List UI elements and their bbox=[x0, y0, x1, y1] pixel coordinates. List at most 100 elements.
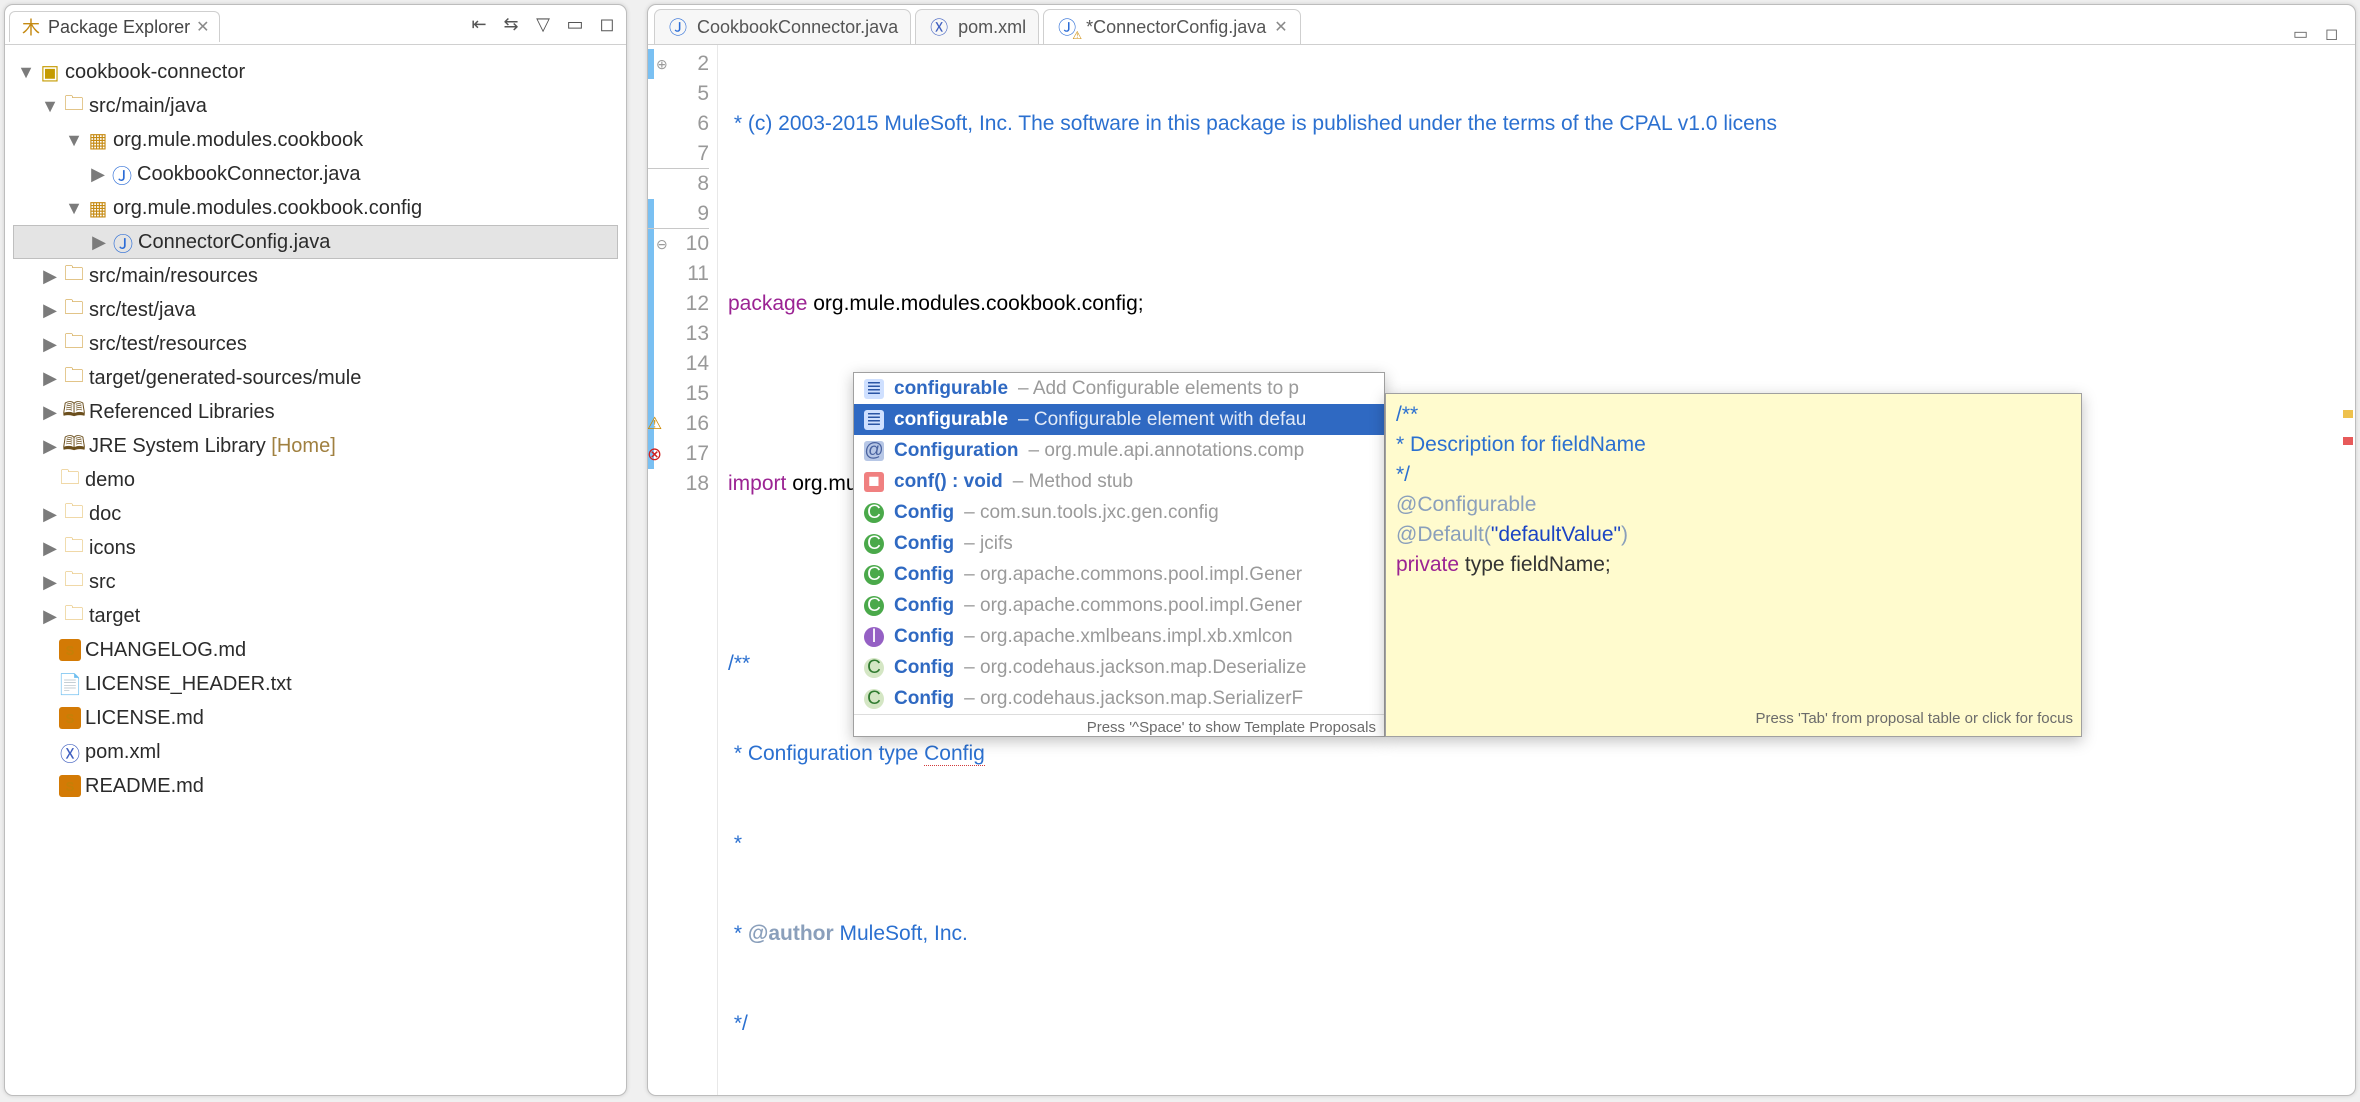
tree-java-connectorconfig[interactable]: ▶ Ⓙ ConnectorConfig.java bbox=[13, 225, 618, 259]
doc-text: @Default( bbox=[1396, 523, 1491, 546]
disclosure-icon[interactable]: ▶ bbox=[89, 164, 107, 185]
collapse-all-icon[interactable]: ⇤ bbox=[468, 14, 490, 36]
source-folder-icon: 🗀 bbox=[63, 333, 85, 355]
disclosure-icon[interactable]: ▼ bbox=[65, 198, 83, 219]
content-assist-item[interactable]: CConfig – org.codehaus.jackson.map.Seria… bbox=[854, 683, 1384, 714]
disclosure-icon[interactable]: ▶ bbox=[41, 402, 59, 423]
tree-readme[interactable]: S README.md bbox=[13, 769, 618, 803]
package-explorer-view: ⽊ Package Explorer ✕ ⇤ ⇆ ▽ ▭ ◻ ▼ ▣ cookb… bbox=[4, 4, 627, 1096]
editor-tab-connectorconfig[interactable]: Ⓙ⚠ *ConnectorConfig.java ✕ bbox=[1043, 9, 1301, 44]
minimize-icon[interactable]: ▭ bbox=[2293, 24, 2313, 44]
disclosure-icon[interactable]: ▶ bbox=[41, 266, 59, 287]
tree-referenced-libraries[interactable]: ▶ 🕮 Referenced Libraries bbox=[13, 395, 618, 429]
source-editor[interactable]: 2 5 6 7 8 9 10 11 12 13 14 15 16 17 18 *… bbox=[648, 45, 2355, 1095]
content-assist-item[interactable]: CConfig – jcifs bbox=[854, 528, 1384, 559]
line-number[interactable]: 6 bbox=[648, 109, 709, 139]
tree-src[interactable]: ▶ 🗀 src bbox=[13, 565, 618, 599]
disclosure-icon[interactable]: ▶ bbox=[41, 368, 59, 389]
tree-src-test-resources[interactable]: ▶ 🗀 src/test/resources bbox=[13, 327, 618, 361]
documentation-popup[interactable]: /** * Description for fieldName */ @Conf… bbox=[1385, 393, 2082, 737]
disclosure-icon[interactable]: ▼ bbox=[41, 96, 59, 117]
disclosure-icon[interactable]: ▼ bbox=[17, 62, 35, 83]
proposal-tpl-icon: ≣ bbox=[864, 379, 884, 399]
line-number[interactable]: 9 bbox=[648, 199, 709, 229]
line-number[interactable]: 18 bbox=[648, 469, 709, 499]
tree-pkg-config[interactable]: ▼ ▦ org.mule.modules.cookbook.config bbox=[13, 191, 618, 225]
tree-src-main-java[interactable]: ▼ 🗀 src/main/java bbox=[13, 89, 618, 123]
package-explorer-tab[interactable]: ⽊ Package Explorer ✕ bbox=[9, 11, 220, 42]
line-number[interactable]: 14 bbox=[648, 349, 709, 379]
disclosure-icon[interactable]: ▶ bbox=[90, 232, 108, 253]
line-number[interactable]: 15 bbox=[648, 379, 709, 409]
disclosure-icon[interactable]: ▶ bbox=[41, 606, 59, 627]
line-number[interactable]: 13 bbox=[648, 319, 709, 349]
close-icon[interactable]: ✕ bbox=[1274, 17, 1287, 37]
tree-doc[interactable]: ▶ 🗀 doc bbox=[13, 497, 618, 531]
disclosure-icon[interactable]: ▶ bbox=[41, 504, 59, 525]
disclosure-icon[interactable]: ▼ bbox=[65, 130, 83, 151]
tree-label: demo bbox=[85, 469, 135, 492]
line-number[interactable]: 17 bbox=[648, 439, 709, 469]
tree-label: icons bbox=[89, 537, 136, 560]
line-number[interactable]: 11 bbox=[648, 259, 709, 289]
package-explorer-titlebar: ⽊ Package Explorer ✕ ⇤ ⇆ ▽ ▭ ◻ bbox=[5, 5, 626, 45]
close-icon[interactable]: ✕ bbox=[196, 17, 209, 37]
tree-pkg-cookbook[interactable]: ▼ ▦ org.mule.modules.cookbook bbox=[13, 123, 618, 157]
tree-demo[interactable]: 🗀 demo bbox=[13, 463, 618, 497]
content-assist-item[interactable]: CConfig – org.apache.commons.pool.impl.G… bbox=[854, 559, 1384, 590]
content-assist-item[interactable]: ≣configurable – Add Configurable element… bbox=[854, 373, 1384, 404]
content-assist-item[interactable]: IConfig – org.apache.xmlbeans.impl.xb.xm… bbox=[854, 621, 1384, 652]
proposal-aux: – org.codehaus.jackson.map.Deserialize bbox=[964, 653, 1306, 683]
disclosure-icon[interactable]: ▶ bbox=[41, 572, 59, 593]
tree-label: org.mule.modules.cookbook bbox=[113, 129, 363, 152]
content-assist-item[interactable]: CConfig – com.sun.tools.jxc.gen.config bbox=[854, 497, 1384, 528]
disclosure-icon[interactable]: ▶ bbox=[41, 538, 59, 559]
tree-license-header[interactable]: 📄 LICENSE_HEADER.txt bbox=[13, 667, 618, 701]
error-marker[interactable] bbox=[2343, 437, 2353, 445]
content-assist-item[interactable]: @Configuration – org.mule.api.annotation… bbox=[854, 435, 1384, 466]
tree-changelog[interactable]: S CHANGELOG.md bbox=[13, 633, 618, 667]
line-number[interactable]: 12 bbox=[648, 289, 709, 319]
proposal-aux: – org.apache.xmlbeans.impl.xb.xmlcon bbox=[964, 622, 1292, 652]
package-icon: ▦ bbox=[87, 129, 109, 151]
content-assist-list[interactable]: ≣configurable – Add Configurable element… bbox=[854, 373, 1384, 714]
view-menu-icon[interactable]: ▽ bbox=[532, 14, 554, 36]
overview-ruler[interactable] bbox=[2343, 45, 2353, 1095]
maximize-icon[interactable]: ◻ bbox=[596, 14, 618, 36]
minimize-icon[interactable]: ▭ bbox=[564, 14, 586, 36]
tree-label: cookbook-connector bbox=[65, 61, 245, 84]
line-number[interactable]: 7 bbox=[648, 139, 709, 169]
disclosure-icon[interactable]: ▶ bbox=[41, 300, 59, 321]
tree-icons[interactable]: ▶ 🗀 icons bbox=[13, 531, 618, 565]
tree-license[interactable]: S LICENSE.md bbox=[13, 701, 618, 735]
content-assist-popup[interactable]: ≣configurable – Add Configurable element… bbox=[853, 372, 1385, 737]
content-assist-item[interactable]: ≣configurable – Configurable element wit… bbox=[854, 404, 1384, 435]
tree-java-cookbookconnector[interactable]: ▶ Ⓙ CookbookConnector.java bbox=[13, 157, 618, 191]
tree-jre[interactable]: ▶ 🕮 JRE System Library [Home] bbox=[13, 429, 618, 463]
tree-src-main-resources[interactable]: ▶ 🗀 src/main/resources bbox=[13, 259, 618, 293]
tree-target[interactable]: ▶ 🗀 target bbox=[13, 599, 618, 633]
tree-target-generated[interactable]: ▶ 🗀 target/generated-sources/mule bbox=[13, 361, 618, 395]
line-number[interactable]: 10 bbox=[648, 229, 709, 259]
disclosure-icon[interactable]: ▶ bbox=[41, 436, 59, 457]
line-number[interactable]: 5 bbox=[648, 79, 709, 109]
proposal-aux: – org.mule.api.annotations.comp bbox=[1029, 436, 1305, 466]
line-number[interactable]: 16 bbox=[648, 409, 709, 439]
content-assist-item[interactable]: ■conf() : void – Method stub bbox=[854, 466, 1384, 497]
tree-project[interactable]: ▼ ▣ cookbook-connector bbox=[13, 55, 618, 89]
tree-src-test-java[interactable]: ▶ 🗀 src/test/java bbox=[13, 293, 618, 327]
content-assist-item[interactable]: CConfig – org.codehaus.jackson.map.Deser… bbox=[854, 652, 1384, 683]
editor-tab-cookbookconnector[interactable]: Ⓙ CookbookConnector.java bbox=[654, 9, 911, 44]
tree-pom[interactable]: Ⓧ pom.xml bbox=[13, 735, 618, 769]
source-folder-icon: 🗀 bbox=[63, 299, 85, 321]
package-explorer-tree[interactable]: ▼ ▣ cookbook-connector ▼ 🗀 src/main/java… bbox=[5, 45, 626, 813]
content-assist-item[interactable]: CConfig – org.apache.commons.pool.impl.G… bbox=[854, 590, 1384, 621]
line-number[interactable]: 8 bbox=[648, 169, 709, 199]
line-number-gutter[interactable]: 2 5 6 7 8 9 10 11 12 13 14 15 16 17 18 bbox=[648, 45, 718, 1095]
maximize-icon[interactable]: ◻ bbox=[2325, 24, 2345, 44]
editor-tab-pom[interactable]: Ⓧ pom.xml bbox=[915, 9, 1039, 44]
disclosure-icon[interactable]: ▶ bbox=[41, 334, 59, 355]
line-number[interactable]: 2 bbox=[648, 49, 709, 79]
warning-marker[interactable] bbox=[2343, 410, 2353, 418]
link-editor-icon[interactable]: ⇆ bbox=[500, 14, 522, 36]
